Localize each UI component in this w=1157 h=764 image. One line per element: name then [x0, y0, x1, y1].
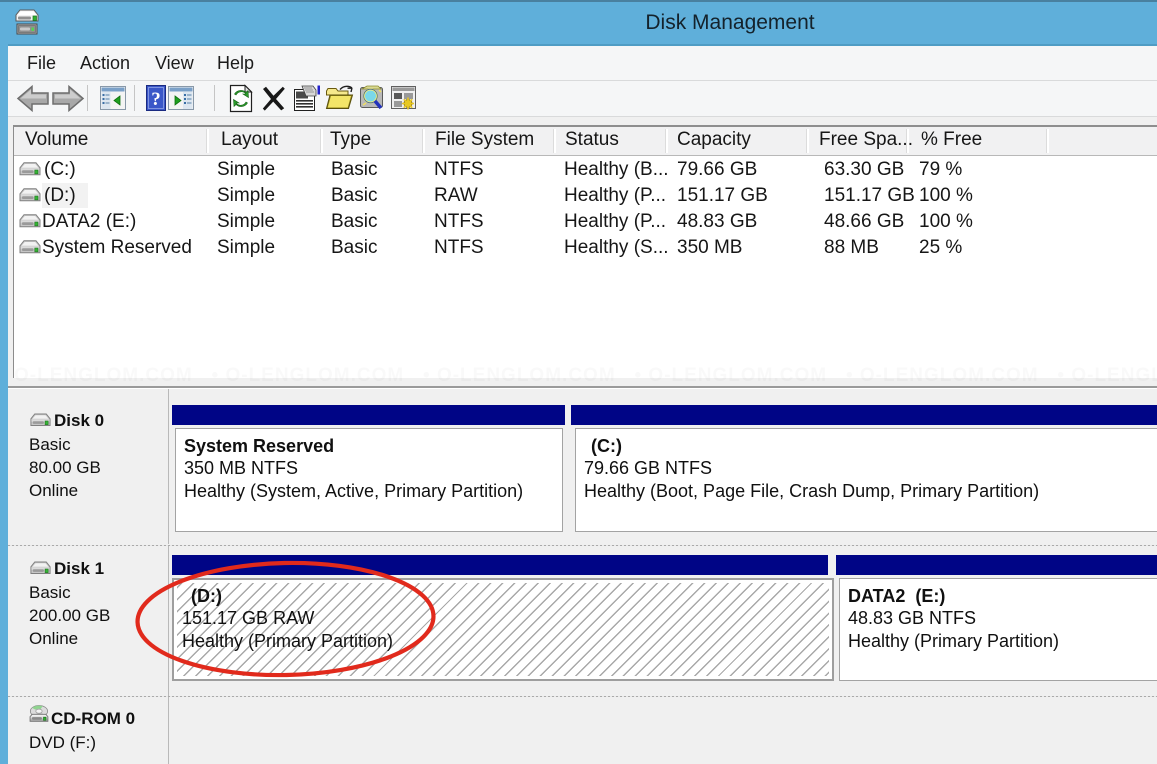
svg-text:?: ? [151, 89, 161, 110]
